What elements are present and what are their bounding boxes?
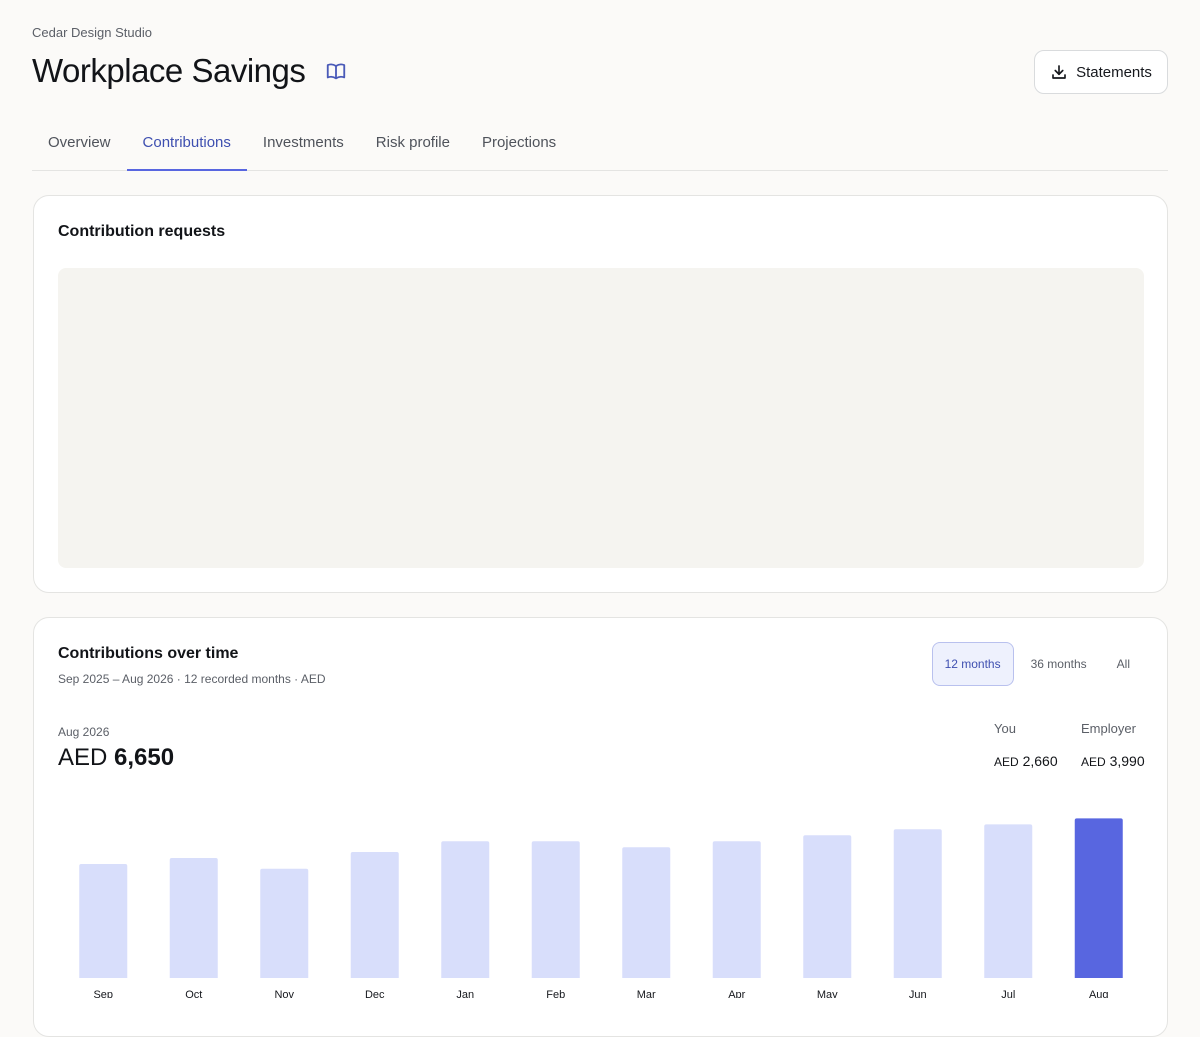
card-title: Contributions over time <box>58 645 239 662</box>
you-amount: AED 2,660 <box>994 753 1058 769</box>
contribution-requests-card: Contribution requests <box>33 195 1168 593</box>
tab-projections[interactable]: Projections <box>466 118 572 170</box>
x-tick-label-feb: Feb <box>546 989 565 998</box>
bar-apr[interactable] <box>712 841 761 978</box>
range-selector: 12 months 36 months All <box>931 642 1143 686</box>
bar-dec[interactable] <box>350 852 399 978</box>
bar-aug[interactable] <box>1074 818 1123 978</box>
x-tick-label-mar: Mar <box>637 989 656 998</box>
x-tick-label-jun: Jun <box>909 989 927 998</box>
you-label: You <box>994 721 1016 736</box>
x-tick-label-jul: Jul <box>1001 989 1015 998</box>
bar-jan[interactable] <box>441 841 490 978</box>
total-value: 6,650 <box>114 744 175 771</box>
you-value: 2,660 <box>1022 753 1058 769</box>
employer-value: 3,990 <box>1109 753 1145 769</box>
employer-currency: AED <box>1081 755 1106 769</box>
title-row: Workplace Savings <box>32 52 347 90</box>
bar-sep[interactable] <box>79 864 128 978</box>
x-tick-label-oct: Oct <box>185 989 202 998</box>
x-tick-label-sep: Sep <box>93 989 113 998</box>
you-currency: AED <box>994 755 1019 769</box>
total-amount: AED 6,650 <box>58 744 174 772</box>
x-tick-label-apr: Apr <box>728 989 745 998</box>
bar-may[interactable] <box>803 835 852 978</box>
tab-investments[interactable]: Investments <box>247 118 360 170</box>
total-currency: AED <box>58 744 108 771</box>
card-subtitle: Sep 2025 – Aug 2026 · 12 recorded months… <box>58 672 326 686</box>
bar-jul[interactable] <box>984 824 1033 978</box>
download-icon <box>1050 63 1068 81</box>
range-12-months-button[interactable]: 12 months <box>931 642 1014 686</box>
bar-oct[interactable] <box>169 858 218 978</box>
statements-label: Statements <box>1076 63 1152 81</box>
org-name: Cedar Design Studio <box>32 25 152 40</box>
range-all-button[interactable]: All <box>1104 642 1143 686</box>
card-title: Contribution requests <box>58 223 226 240</box>
x-tick-label-nov: Nov <box>274 989 294 998</box>
statements-button[interactable]: Statements <box>1034 50 1168 94</box>
range-36-months-button[interactable]: 36 months <box>1018 642 1100 686</box>
contributions-bar-chart: Sep Oct Nov Dec Jan Feb Mar Apr May Jun Jul Aug <box>79 818 1123 998</box>
page-title: Workplace Savings <box>32 52 306 89</box>
employer-label: Employer <box>1081 721 1136 736</box>
x-tick-label-dec: Dec <box>365 989 385 998</box>
loading-placeholder <box>58 268 1144 568</box>
tab-bar: Overview Contributions Investments Risk … <box>32 118 1168 171</box>
tab-risk-profile[interactable]: Risk profile <box>360 118 466 170</box>
x-tick-label-aug: Aug <box>1089 989 1109 998</box>
x-tick-label-jan: Jan <box>456 989 474 998</box>
bar-nov[interactable] <box>260 868 309 978</box>
bar-feb[interactable] <box>531 841 580 978</box>
tab-overview[interactable]: Overview <box>32 118 127 170</box>
tab-contributions[interactable]: Contributions <box>126 118 248 171</box>
x-tick-label-may: May <box>817 989 838 998</box>
book-open-icon[interactable] <box>325 60 347 82</box>
bar-mar[interactable] <box>622 847 671 978</box>
bar-jun[interactable] <box>893 829 942 978</box>
employer-amount: AED 3,990 <box>1081 753 1145 769</box>
contributions-over-time-card: Contributions over time Sep 2025 – Aug 2… <box>33 617 1168 1037</box>
selected-period: Aug 2026 <box>58 725 110 739</box>
